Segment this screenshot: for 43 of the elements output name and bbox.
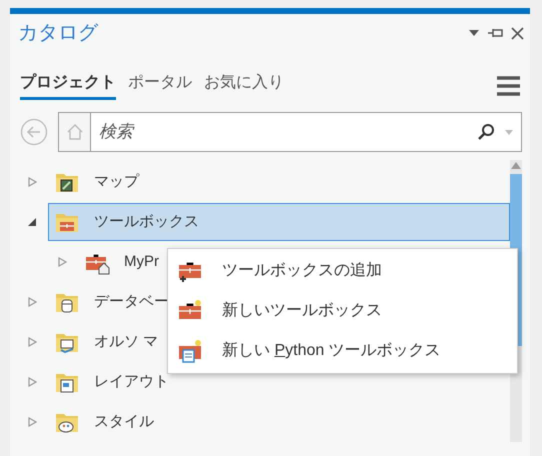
tree-item-label: データベー <box>94 292 169 312</box>
tree-item[interactable]: レイアウト <box>48 363 170 401</box>
tree-item[interactable]: マップ <box>48 163 140 201</box>
tab[interactable]: プロジェクト <box>20 71 116 100</box>
tab[interactable]: ポータル <box>128 71 192 100</box>
tree-item[interactable]: データベー <box>48 283 170 321</box>
tree-item-label: オルソ マ <box>94 332 158 352</box>
tree-item[interactable]: ツールボックス <box>48 203 510 241</box>
menu-item[interactable]: 新しい Python ツールボックス <box>168 331 517 371</box>
scroll-up-icon[interactable] <box>511 162 521 169</box>
close-icon[interactable] <box>511 26 524 40</box>
search-icon[interactable] <box>477 123 495 141</box>
search-field[interactable]: 検索 <box>58 112 522 152</box>
expand-icon[interactable] <box>28 177 37 187</box>
menu-item-label: 新しいツールボックス <box>222 300 382 321</box>
new-python-toolbox-icon <box>178 339 204 363</box>
menu-item[interactable]: 新しいツールボックス <box>168 291 517 331</box>
menu-icon[interactable] <box>497 76 520 96</box>
expand-icon[interactable] <box>28 377 37 387</box>
tree-item-label: ツールボックス <box>94 212 199 232</box>
back-icon[interactable] <box>20 118 48 146</box>
tree-item[interactable]: スタイル <box>48 403 155 441</box>
tree-item-label: レイアウト <box>94 372 169 392</box>
tab[interactable]: お気に入り <box>204 71 284 100</box>
menu-item-label: 新しい Python ツールボックス <box>222 340 441 361</box>
tree-item-label: スタイル <box>94 412 154 432</box>
collapse-icon[interactable] <box>28 217 37 227</box>
expand-icon[interactable] <box>28 417 37 427</box>
search-input[interactable]: 検索 <box>91 113 477 151</box>
menu-item-label: ツールボックスの追加 <box>222 260 382 281</box>
expand-icon[interactable] <box>28 297 37 307</box>
tree-item-label: マップ <box>94 172 139 192</box>
tree-item[interactable]: オルソ マ <box>48 323 160 361</box>
pin-icon[interactable] <box>487 27 503 39</box>
tree-item-label: MyPr <box>124 252 159 272</box>
menu-item[interactable]: ツールボックスの追加 <box>168 251 517 291</box>
tree-item[interactable]: MyPr <box>78 243 160 281</box>
home-icon[interactable] <box>66 123 84 141</box>
expand-icon[interactable] <box>28 337 37 347</box>
panel-title: カタログ <box>18 21 98 46</box>
expand-icon[interactable] <box>58 257 67 267</box>
dropdown-icon[interactable] <box>469 30 479 36</box>
caret-icon[interactable] <box>505 130 513 134</box>
